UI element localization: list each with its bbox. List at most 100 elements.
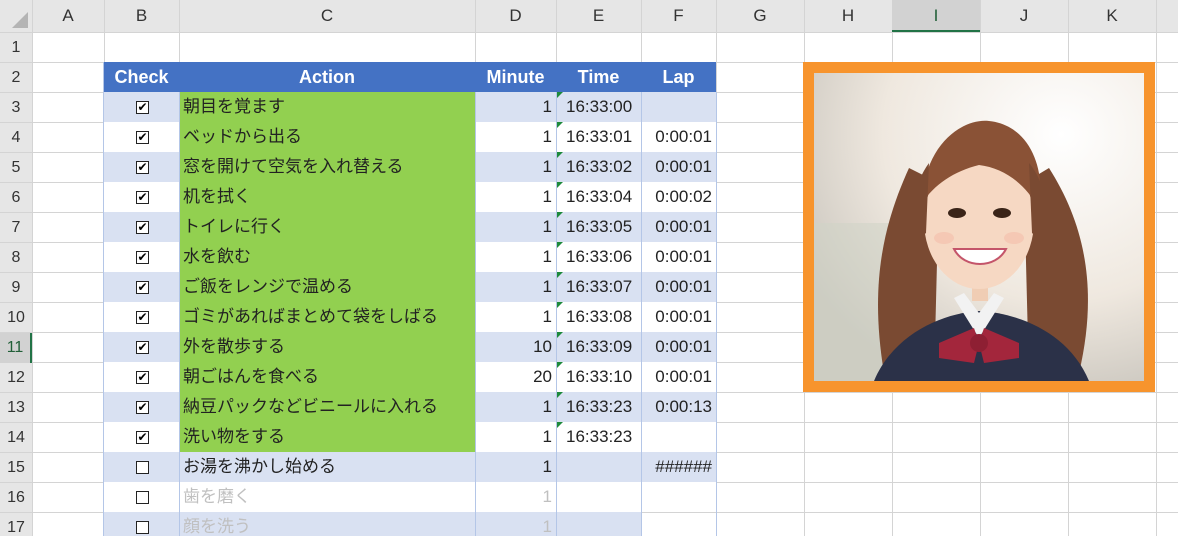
- check-cell[interactable]: ✔: [104, 332, 179, 362]
- row-header-7[interactable]: 7: [0, 213, 32, 243]
- check-cell[interactable]: ✔: [104, 272, 179, 302]
- column-header-j[interactable]: J: [980, 0, 1068, 32]
- row-header-12[interactable]: 12: [0, 363, 32, 393]
- time-cell[interactable]: 16:33:05: [556, 212, 641, 242]
- lap-cell[interactable]: 0:00:01: [641, 212, 716, 242]
- check-cell[interactable]: [104, 482, 179, 512]
- check-cell[interactable]: [104, 512, 179, 536]
- check-cell[interactable]: ✔: [104, 122, 179, 152]
- minute-cell[interactable]: 1: [475, 122, 556, 152]
- check-cell[interactable]: ✔: [104, 392, 179, 422]
- header-minute[interactable]: Minute: [475, 62, 556, 92]
- row-header-9[interactable]: 9: [0, 273, 32, 303]
- minute-cell[interactable]: 1: [475, 92, 556, 122]
- time-cell[interactable]: 16:33:01: [556, 122, 641, 152]
- action-cell[interactable]: トイレに行く: [179, 212, 475, 242]
- lap-cell[interactable]: 0:00:01: [641, 302, 716, 332]
- row-header-1[interactable]: 1: [0, 33, 32, 63]
- time-cell[interactable]: 16:33:02: [556, 152, 641, 182]
- lap-cell[interactable]: [641, 422, 716, 452]
- header-lap[interactable]: Lap: [641, 62, 716, 92]
- checkbox[interactable]: [136, 461, 149, 474]
- column-header-a[interactable]: A: [32, 0, 104, 32]
- action-cell[interactable]: 窓を開けて空気を入れ替える: [179, 152, 475, 182]
- header-action[interactable]: Action: [179, 62, 475, 92]
- action-cell[interactable]: ベッドから出る: [179, 122, 475, 152]
- action-cell[interactable]: 机を拭く: [179, 182, 475, 212]
- time-cell[interactable]: 16:33:00: [556, 92, 641, 122]
- checkbox[interactable]: ✔: [136, 371, 149, 384]
- time-cell[interactable]: [556, 512, 641, 536]
- action-cell[interactable]: 外を散歩する: [179, 332, 475, 362]
- action-cell[interactable]: 洗い物をする: [179, 422, 475, 452]
- checkbox[interactable]: ✔: [136, 401, 149, 414]
- checkbox[interactable]: [136, 491, 149, 504]
- check-cell[interactable]: [104, 452, 179, 482]
- minute-cell[interactable]: 1: [475, 182, 556, 212]
- action-cell[interactable]: ご飯をレンジで温める: [179, 272, 475, 302]
- checkbox[interactable]: ✔: [136, 191, 149, 204]
- action-cell[interactable]: ゴミがあればまとめて袋をしばる: [179, 302, 475, 332]
- header-time[interactable]: Time: [556, 62, 641, 92]
- checkbox[interactable]: [136, 521, 149, 534]
- column-header-d[interactable]: D: [475, 0, 556, 32]
- check-cell[interactable]: ✔: [104, 152, 179, 182]
- action-cell[interactable]: 朝ごはんを食べる: [179, 362, 475, 392]
- check-cell[interactable]: ✔: [104, 92, 179, 122]
- time-cell[interactable]: 16:33:08: [556, 302, 641, 332]
- row-header-11[interactable]: 11: [0, 333, 32, 363]
- action-cell[interactable]: 顔を洗う: [179, 512, 475, 536]
- lap-cell[interactable]: 0:00:01: [641, 122, 716, 152]
- action-cell[interactable]: 歯を磨く: [179, 482, 475, 512]
- minute-cell[interactable]: 10: [475, 332, 556, 362]
- column-header-i[interactable]: I: [892, 0, 980, 32]
- checkbox[interactable]: ✔: [136, 251, 149, 264]
- lap-cell[interactable]: 0:00:01: [641, 242, 716, 272]
- row-header-2[interactable]: 2: [0, 63, 32, 93]
- lap-cell[interactable]: [641, 482, 716, 512]
- checkbox[interactable]: ✔: [136, 311, 149, 324]
- lap-cell[interactable]: ######: [641, 452, 716, 482]
- lap-cell[interactable]: 0:00:13: [641, 392, 716, 422]
- time-cell[interactable]: 16:33:23: [556, 392, 641, 422]
- row-header-5[interactable]: 5: [0, 153, 32, 183]
- time-cell[interactable]: 16:33:07: [556, 272, 641, 302]
- time-cell[interactable]: [556, 452, 641, 482]
- time-cell[interactable]: [556, 482, 641, 512]
- action-cell[interactable]: 納豆パックなどビニールに入れる: [179, 392, 475, 422]
- column-header-h[interactable]: H: [804, 0, 892, 32]
- lap-cell[interactable]: 0:00:01: [641, 362, 716, 392]
- minute-cell[interactable]: 1: [475, 212, 556, 242]
- row-header-14[interactable]: 14: [0, 423, 32, 453]
- column-header-c[interactable]: C: [179, 0, 475, 32]
- row-header-8[interactable]: 8: [0, 243, 32, 273]
- lap-cell[interactable]: 0:00:01: [641, 332, 716, 362]
- minute-cell[interactable]: 20: [475, 362, 556, 392]
- checkbox[interactable]: ✔: [136, 221, 149, 234]
- checkbox[interactable]: ✔: [136, 101, 149, 114]
- check-cell[interactable]: ✔: [104, 422, 179, 452]
- minute-cell[interactable]: 1: [475, 452, 556, 482]
- check-cell[interactable]: ✔: [104, 302, 179, 332]
- check-cell[interactable]: ✔: [104, 362, 179, 392]
- column-header-b[interactable]: B: [104, 0, 179, 32]
- select-all-corner[interactable]: [0, 0, 32, 32]
- header-check[interactable]: Check: [104, 62, 179, 92]
- row-header-3[interactable]: 3: [0, 93, 32, 123]
- time-cell[interactable]: 16:33:06: [556, 242, 641, 272]
- photo-frame[interactable]: [803, 62, 1155, 392]
- row-header-17[interactable]: 17: [0, 513, 32, 536]
- minute-cell[interactable]: 1: [475, 422, 556, 452]
- checkbox[interactable]: ✔: [136, 161, 149, 174]
- minute-cell[interactable]: 1: [475, 242, 556, 272]
- time-cell[interactable]: 16:33:10: [556, 362, 641, 392]
- row-header-4[interactable]: 4: [0, 123, 32, 153]
- time-cell[interactable]: 16:33:04: [556, 182, 641, 212]
- row-header-15[interactable]: 15: [0, 453, 32, 483]
- row-header-10[interactable]: 10: [0, 303, 32, 333]
- check-cell[interactable]: ✔: [104, 212, 179, 242]
- column-header-k[interactable]: K: [1068, 0, 1156, 32]
- checkbox[interactable]: ✔: [136, 431, 149, 444]
- check-cell[interactable]: ✔: [104, 242, 179, 272]
- row-header-6[interactable]: 6: [0, 183, 32, 213]
